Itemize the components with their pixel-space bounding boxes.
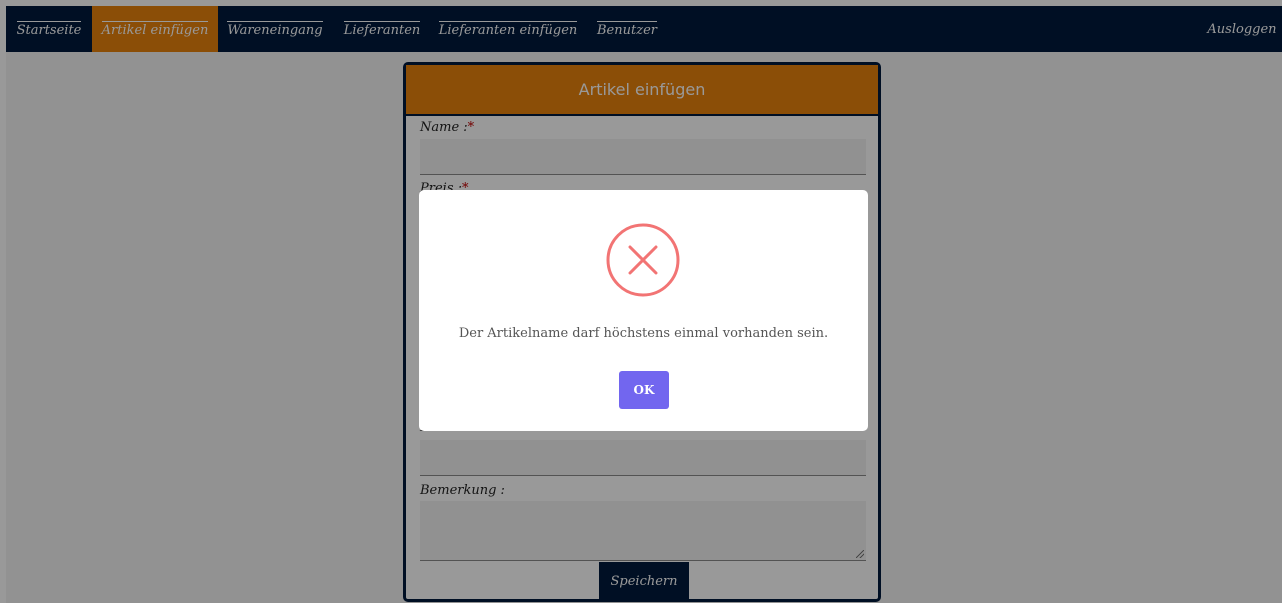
- error-x-circle-icon: [606, 223, 680, 297]
- ok-button[interactable]: OK: [619, 371, 669, 409]
- dialog-message: Der Artikelname darf höchstens einmal vo…: [458, 326, 829, 341]
- error-icon-graphic: [606, 223, 680, 297]
- page: Startseite Artikel einfügen Wareneingang…: [0, 0, 1282, 603]
- error-dialog: Der Artikelname darf höchstens einmal vo…: [419, 190, 868, 431]
